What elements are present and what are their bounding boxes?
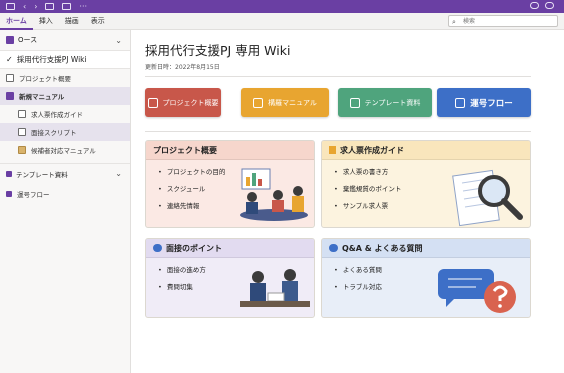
page-item-candidate-manual[interactable]: 候補者対応マニュアル [0, 141, 130, 159]
back-icon[interactable]: ‹ [23, 2, 26, 11]
tab-view[interactable]: 表示 [85, 13, 111, 30]
search-icon: ⌕ [452, 18, 456, 26]
menu-bar: ホーム 挿入 描画 表示 ⌕ 検索 [0, 13, 564, 30]
chat-icon [153, 244, 162, 252]
page-icon [18, 146, 26, 154]
page-icon [18, 128, 26, 136]
template-button[interactable]: テンプレート資料 [338, 88, 432, 117]
page-item-overview[interactable]: プロジェクト概要 [0, 69, 130, 87]
user-icon[interactable] [545, 2, 554, 9]
page-icon [6, 92, 14, 100]
cards-divider [145, 131, 531, 132]
page-label: 求人票作成ガイド [31, 111, 83, 119]
card-header: Q&A & よくある質問 [322, 239, 530, 258]
card-title: プロジェクト概要 [153, 145, 217, 155]
flow-button[interactable]: 運号フロー [437, 88, 531, 117]
forward-icon[interactable]: › [34, 2, 37, 11]
section-item[interactable]: ✓ 採用代行支援PJ Wiki [0, 50, 130, 69]
page-label: プロジェクト概要 [19, 75, 71, 83]
card-project-overview[interactable]: プロジェクト概要 プロジェクトの目的 スクジュール 連絡先情報 [145, 140, 315, 228]
page-label: 候補者対応マニュアル [31, 147, 96, 155]
page-item-job-guide[interactable]: 求人票作成ガイド [0, 105, 130, 123]
button-label: プロジェクト概要 [162, 98, 219, 107]
interview-illustration [240, 269, 310, 307]
flow-icon [455, 97, 466, 108]
section-name: 採用代行支援PJ Wiki [16, 55, 87, 64]
checkmark-icon: ✓ [6, 55, 13, 64]
bell-icon[interactable] [530, 2, 539, 9]
search-input[interactable]: ⌕ 検索 [448, 15, 558, 27]
card-job-guide[interactable]: 求人票作成ガイド 求人票の書き方 棄鑑規質のポイント サンプル求人票 [321, 140, 531, 228]
button-label: 構羅マニュアル [268, 98, 317, 107]
card-header: プロジェクト概要 [146, 141, 314, 160]
notebook-icon[interactable] [6, 3, 15, 10]
document-icon [329, 146, 336, 154]
card-faq[interactable]: Q&A & よくある質問 よくある質問 トラブル対応 [321, 238, 531, 318]
tab-draw[interactable]: 描画 [59, 13, 85, 30]
button-label: 運号フロー [470, 98, 513, 109]
page-item-flow[interactable]: 運号フロー [0, 185, 130, 203]
page-item-manual[interactable]: 新規マニュアル [0, 87, 130, 105]
page-icon [6, 74, 14, 82]
manual-button[interactable]: 構羅マニュアル [241, 88, 329, 117]
page-icon [18, 110, 26, 118]
question-bubble-illustration [438, 269, 516, 313]
chevron-down-icon[interactable]: ⌄ [115, 169, 122, 178]
notebook-selector[interactable]: Oース ⌄ [0, 30, 130, 50]
chat-icon [329, 244, 338, 252]
document-icon [147, 97, 158, 108]
picture-icon[interactable] [62, 3, 72, 10]
search-placeholder: 検索 [463, 18, 476, 25]
page-label: 新規マニュアル [19, 93, 65, 101]
page-icon [6, 191, 12, 197]
chevron-down-icon[interactable]: ⌄ [115, 36, 122, 45]
notebook-icon [6, 36, 14, 44]
card-title: Q&A & よくある質問 [342, 243, 423, 253]
group-label: テンプレート資料 [16, 170, 68, 179]
template-icon [6, 170, 12, 177]
title-divider [145, 76, 531, 77]
card-header: 面接のポイント [146, 239, 314, 258]
page-content: 採用代行支援PJ 専用 Wiki 更新日時：2022年8月15日 プロジェクト概… [131, 30, 564, 373]
card-header: 求人票作成ガイド [322, 141, 530, 160]
more-icon[interactable]: ··· [79, 2, 87, 11]
window-icon[interactable] [45, 3, 55, 10]
magnifier-document-illustration [452, 169, 523, 227]
notebook-name: Oース [18, 36, 38, 44]
card-title: 面接のポイント [166, 243, 222, 253]
page-date: 更新日時：2022年8月15日 [145, 64, 220, 71]
group-template[interactable]: テンプレート資料 ⌄ [0, 163, 130, 183]
overview-button[interactable]: プロジェクト概要 [145, 88, 221, 117]
page-label: 面接スクリプト [31, 129, 77, 137]
page-title: 採用代行支援PJ 専用 Wiki [145, 43, 291, 58]
page-label: 運号フロー [17, 191, 50, 199]
tab-home[interactable]: ホーム [0, 13, 33, 30]
page-item-interview-script[interactable]: 面接スクリプト [0, 123, 130, 141]
checklist-icon [253, 97, 264, 108]
card-interview-points[interactable]: 面接のポイント 面接の進め方 費問切集 [145, 238, 315, 318]
tab-insert[interactable]: 挿入 [33, 13, 59, 30]
navigation-pane: Oース ⌄ ✓ 採用代行支援PJ Wiki プロジェクト概要 新規マニュアル 求… [0, 30, 131, 373]
clipboard-icon [349, 97, 360, 108]
card-title: 求人票作成ガイド [340, 145, 404, 155]
button-label: テンプレート資料 [364, 98, 421, 107]
meeting-illustration [240, 168, 308, 221]
title-bar: ‹ › ··· [0, 0, 564, 13]
